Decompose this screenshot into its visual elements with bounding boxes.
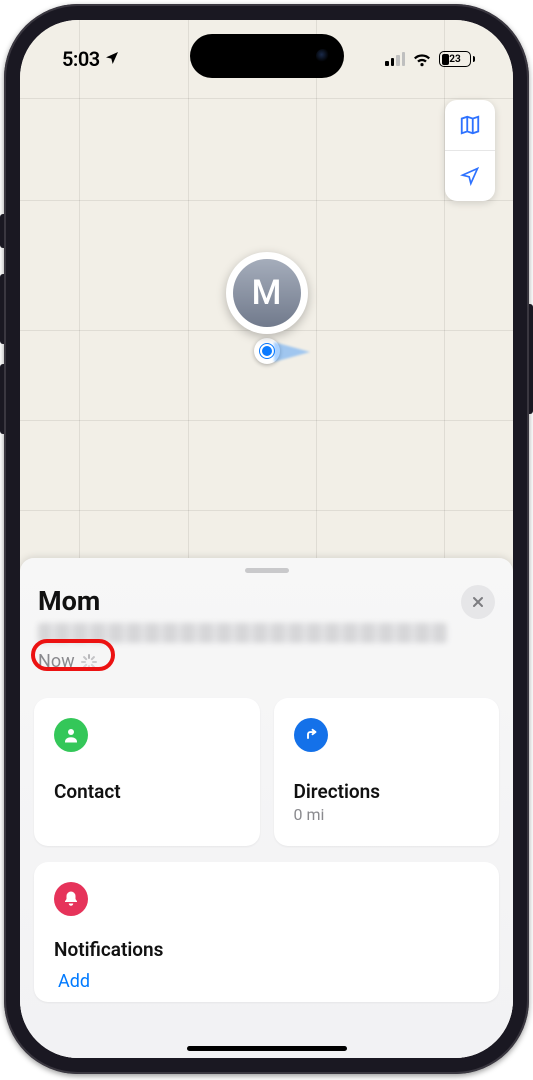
- cellular-signal-icon: [385, 52, 405, 66]
- wifi-icon: [412, 52, 432, 66]
- map-controls: [445, 100, 495, 201]
- directions-label: Directions: [294, 780, 480, 803]
- hw-silence-switch: [0, 214, 4, 248]
- my-location-dot: [254, 338, 280, 364]
- notifications-card[interactable]: Notifications Add: [34, 862, 499, 1002]
- close-icon: [470, 594, 486, 610]
- directions-icon: [294, 718, 328, 752]
- home-indicator[interactable]: [187, 1046, 347, 1051]
- contact-icon: [54, 718, 88, 752]
- map-mode-button[interactable]: [445, 100, 495, 150]
- sheet-grabber[interactable]: [245, 568, 289, 573]
- address-text: [38, 623, 447, 643]
- battery-percent: 23: [449, 54, 460, 65]
- status-left: 5:03: [62, 47, 120, 71]
- hw-volume-down: [0, 364, 4, 434]
- status-right: 23: [385, 51, 475, 67]
- locate-me-button[interactable]: [445, 151, 495, 201]
- timestamp-label: Now: [38, 651, 75, 672]
- location-services-icon: [104, 47, 120, 71]
- directions-distance: 0 mi: [294, 805, 480, 824]
- status-time: 5:03: [62, 47, 100, 71]
- contact-card[interactable]: Contact: [34, 698, 260, 846]
- contact-label: Contact: [54, 780, 240, 803]
- add-notification-button[interactable]: Add: [58, 971, 90, 992]
- battery-icon: 23: [439, 51, 475, 67]
- heading-cone-icon: [274, 342, 310, 362]
- directions-card[interactable]: Directions 0 mi: [274, 698, 500, 846]
- bell-icon: [54, 882, 88, 916]
- phone-frame: 5:03 23: [4, 4, 529, 1074]
- loading-spinner-icon: [81, 654, 97, 670]
- detail-sheet[interactable]: Mom Now: [20, 558, 513, 1058]
- sheet-title: Mom: [38, 585, 100, 617]
- screen: 5:03 23: [20, 20, 513, 1058]
- hw-power-button: [529, 304, 533, 414]
- hw-volume-up: [0, 274, 4, 344]
- close-button[interactable]: [461, 585, 495, 619]
- notifications-label: Notifications: [54, 938, 479, 961]
- dynamic-island: [190, 34, 344, 78]
- contact-location-pin[interactable]: M: [226, 252, 308, 334]
- avatar-initial: M: [233, 259, 301, 327]
